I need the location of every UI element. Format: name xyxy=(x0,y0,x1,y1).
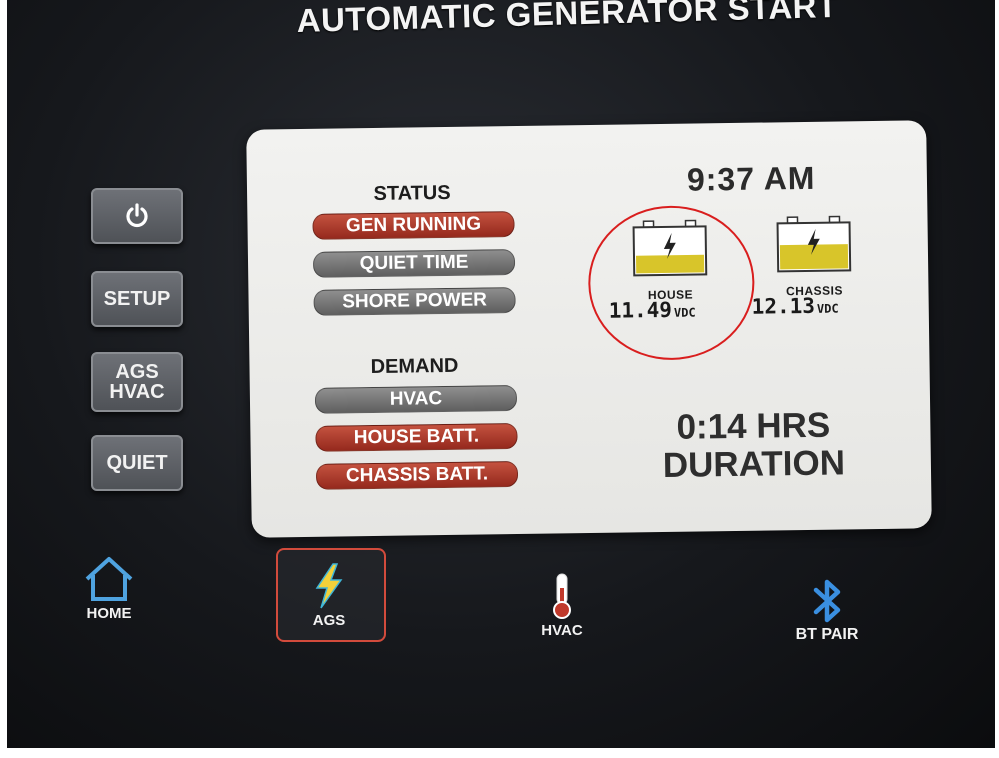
ags-hvac-label-line2: HVAC xyxy=(109,381,165,403)
bluetooth-icon xyxy=(772,578,882,624)
runtime-value: 0:14 HRS xyxy=(676,405,831,447)
ags-hvac-label-line1: AGS xyxy=(115,361,159,383)
nav-bt-pair[interactable]: BT PAIR xyxy=(772,578,882,644)
ags-status-panel: STATUS GEN RUNNING QUIET TIME SHORE POWE… xyxy=(246,120,932,538)
runtime-label: DURATION xyxy=(662,443,846,485)
power-button[interactable] xyxy=(91,188,183,244)
page-title: AUTOMATIC GENERATOR START xyxy=(296,0,839,39)
chassis-battery: CHASSIS xyxy=(773,214,854,298)
display-screen: AUTOMATIC GENERATOR START SETUP AGS HVAC… xyxy=(7,0,995,748)
chassis-voltage: 12.13 VDC xyxy=(752,294,839,319)
quiet-button[interactable]: QUIET xyxy=(91,435,183,491)
nav-ags-label: AGS xyxy=(312,612,346,629)
quiet-label: QUIET xyxy=(106,452,168,474)
nav-hvac[interactable]: HVAC xyxy=(507,572,617,639)
setup-button[interactable]: SETUP xyxy=(91,271,183,327)
nav-home[interactable]: HOME xyxy=(54,555,164,622)
status-quiet-time: QUIET TIME xyxy=(312,249,516,278)
nav-home-label: HOME xyxy=(86,605,132,622)
thermometer-icon xyxy=(507,572,617,620)
power-icon xyxy=(123,202,151,230)
demand-chassis-batt: CHASSIS BATT. xyxy=(315,461,519,490)
chassis-voltage-value: 12.13 xyxy=(751,293,816,319)
setup-label: SETUP xyxy=(103,288,171,310)
demand-heading: DEMAND xyxy=(370,354,459,379)
runtime-display: 0:14 HRS DURATION xyxy=(648,406,859,485)
nav-bt-pair-label: BT PAIR xyxy=(795,626,859,643)
status-shore-power: SHORE POWER xyxy=(313,287,516,316)
demand-hvac: HVAC xyxy=(314,385,518,414)
nav-ags[interactable]: AGS xyxy=(274,562,384,629)
nav-hvac-label: HVAC xyxy=(541,622,583,639)
highlight-circle xyxy=(587,204,756,361)
battery-icon xyxy=(774,215,854,279)
home-icon xyxy=(54,555,164,603)
ags-hvac-button[interactable]: AGS HVAC xyxy=(91,352,183,412)
demand-house-batt: HOUSE BATT. xyxy=(315,423,518,452)
clock-time: 9:37 AM xyxy=(686,159,816,198)
status-gen-running: GEN RUNNING xyxy=(312,211,515,240)
lightning-icon xyxy=(274,562,384,610)
chassis-voltage-unit: VDC xyxy=(816,301,839,316)
status-heading: STATUS xyxy=(373,181,451,205)
